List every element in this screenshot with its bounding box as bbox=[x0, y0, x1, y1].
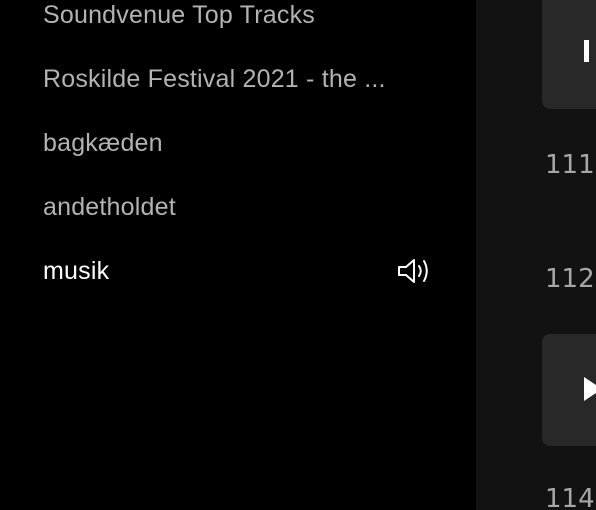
playlist-item-label: Soundvenue Top Tracks bbox=[43, 0, 315, 29]
track-card[interactable] bbox=[542, 334, 596, 446]
app-window: Soundvenue Top Tracks Roskilde Festival … bbox=[0, 0, 596, 510]
playlist-item-label: musik bbox=[43, 256, 110, 285]
track-number: 114 bbox=[545, 484, 595, 510]
play-icon[interactable] bbox=[584, 377, 596, 401]
track-number: 111 bbox=[545, 150, 595, 180]
speaker-icon bbox=[398, 259, 428, 283]
playlist-item-musik[interactable]: musik bbox=[43, 251, 443, 291]
playlist-item-roskilde-festival-2021[interactable]: Roskilde Festival 2021 - the ... bbox=[43, 59, 443, 99]
playlist-item-label: Roskilde Festival 2021 - the ... bbox=[43, 64, 386, 93]
playlist-item-bagkaeden[interactable]: bagkæden bbox=[43, 123, 443, 163]
pause-icon[interactable] bbox=[584, 40, 589, 62]
track-number: 112 bbox=[545, 264, 595, 294]
sidebar-playlists: Soundvenue Top Tracks Roskilde Festival … bbox=[0, 0, 476, 510]
playlist-item-soundvenue-top-tracks[interactable]: Soundvenue Top Tracks bbox=[43, 0, 443, 35]
playlist-item-label: andetholdet bbox=[43, 192, 176, 221]
main-panel: 111 112 114 bbox=[476, 0, 596, 510]
playlist-item-label: bagkæden bbox=[43, 128, 163, 157]
track-card[interactable] bbox=[542, 0, 596, 109]
playlist-item-andetholdet[interactable]: andetholdet bbox=[43, 187, 443, 227]
